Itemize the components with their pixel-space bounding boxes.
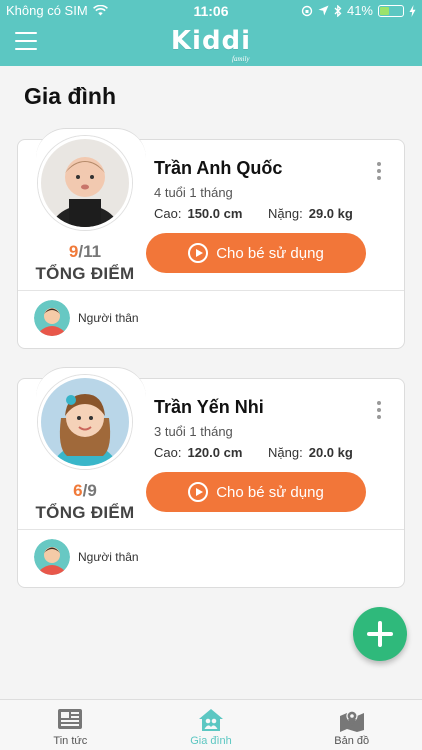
relatives-row[interactable]: Người thân [34, 300, 139, 336]
score-done: 9 [68, 242, 79, 261]
home-family-icon [199, 709, 223, 731]
relatives-label: Người thân [78, 550, 139, 564]
tab-map[interactable]: Bản đồ [281, 700, 422, 750]
child-stats: Cao: 120.0 cm Nặng: 20.0 kg [154, 445, 353, 460]
use-device-button[interactable]: Cho bé sử dụng [146, 472, 366, 512]
tab-family-label: Gia đình [190, 735, 232, 747]
divider [18, 290, 404, 291]
child-age: 4 tuổi 1 tháng [154, 185, 233, 200]
score-done: 6 [73, 481, 83, 500]
child-avatar [38, 375, 132, 469]
weight-value: 20.0 kg [308, 445, 353, 460]
child-stats: Cao: 150.0 cm Nặng: 29.0 kg [154, 206, 353, 221]
relatives-row[interactable]: Người thân [34, 539, 139, 575]
status-bar: Không có SIM 11:06 41% [0, 0, 422, 22]
tab-news[interactable]: Tin tức [0, 700, 141, 750]
weight-value: 29.0 kg [308, 206, 353, 221]
newspaper-icon [58, 709, 83, 729]
child-age: 3 tuổi 1 tháng [154, 424, 233, 439]
map-icon [339, 710, 364, 732]
height-label: Cao: [154, 206, 182, 221]
score-total: /11 [78, 242, 102, 261]
charging-icon [409, 4, 416, 17]
use-device-label: Cho bé sử dụng [216, 244, 324, 262]
battery-icon [378, 4, 404, 17]
logo-text: Kiddi [170, 26, 252, 56]
child-name: Trần Anh Quốc [154, 158, 283, 178]
weight-label: Nặng: [268, 206, 303, 221]
tab-map-label: Bản đồ [334, 735, 370, 747]
page-title: Gia đình [24, 83, 116, 109]
more-options-icon[interactable] [376, 401, 382, 422]
height-value: 120.0 cm [187, 445, 243, 460]
play-icon [188, 243, 209, 263]
status-right-group: 41% [301, 3, 416, 18]
battery-percent: 41% [346, 3, 373, 18]
child-card[interactable]: 6/9 TỔNG ĐIỂM Trần Yến Nhi 3 tuổi 1 thán… [17, 367, 405, 588]
height-value: 150.0 cm [187, 206, 243, 221]
logo-subtext: family [232, 55, 250, 63]
relative-avatar-icon [34, 300, 70, 336]
play-icon [188, 482, 209, 502]
rotation-lock-icon [301, 5, 313, 16]
score-value: 6/9 [18, 481, 152, 501]
bluetooth-icon [334, 4, 342, 17]
location-icon [318, 5, 329, 16]
tab-news-label: Tin tức [53, 735, 88, 747]
add-child-button[interactable] [353, 607, 407, 661]
tab-family[interactable]: Gia đình [141, 700, 282, 750]
weight-label: Nặng: [268, 445, 303, 460]
more-options-icon[interactable] [376, 162, 382, 183]
use-device-button[interactable]: Cho bé sử dụng [146, 233, 366, 273]
score-value: 9/11 [18, 242, 152, 262]
app-header: Kiddi family [0, 22, 422, 66]
use-device-label: Cho bé sử dụng [216, 483, 324, 501]
relative-avatar-icon [34, 539, 70, 575]
divider [18, 529, 404, 530]
height-label: Cao: [154, 445, 182, 460]
child-avatar [38, 136, 132, 230]
score-total: /9 [82, 481, 97, 500]
score-label: TỔNG ĐIỂM [35, 503, 135, 522]
score-label: TỔNG ĐIỂM [35, 264, 135, 283]
relatives-label: Người thân [78, 311, 139, 325]
child-name: Trần Yến Nhi [154, 397, 264, 417]
app-logo: Kiddi family [0, 26, 422, 63]
child-card[interactable]: 9/11 TỔNG ĐIỂM Trần Anh Quốc 4 tuổi 1 th… [17, 128, 405, 349]
bottom-tab-bar: Tin tức Gia đình Bản đồ [0, 699, 422, 750]
